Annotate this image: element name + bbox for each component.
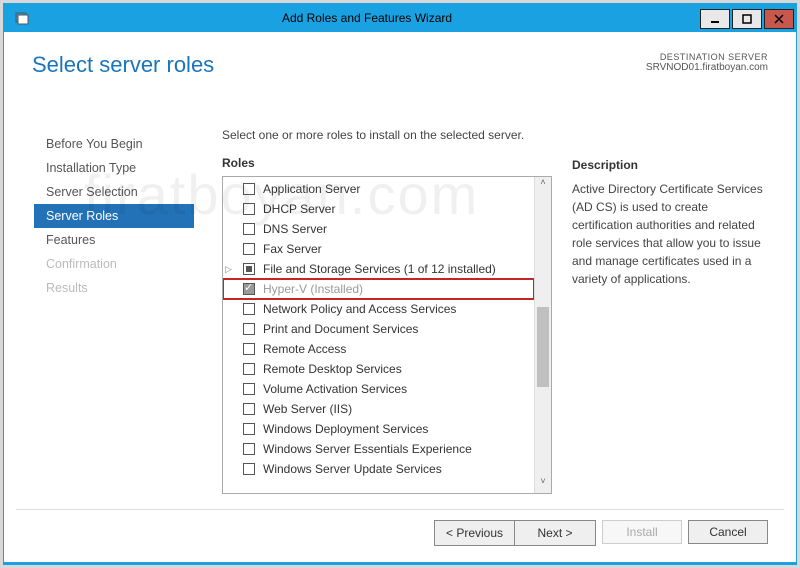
scrollbar[interactable]: ˄ ˅ (534, 177, 551, 493)
checkbox[interactable] (243, 303, 255, 315)
checkbox[interactable] (243, 183, 255, 195)
minimize-button[interactable] (700, 9, 730, 29)
checkbox[interactable] (243, 263, 255, 275)
titlebar[interactable]: Add Roles and Features Wizard (4, 4, 796, 32)
roles-list[interactable]: Application Server DHCP Server DNS Server F… (223, 177, 534, 493)
checkbox[interactable] (243, 403, 255, 415)
role-item[interactable]: Remote Desktop Services (223, 359, 534, 379)
window-controls (700, 7, 796, 29)
role-label: Windows Server Essentials Experience (263, 442, 472, 456)
checkbox[interactable] (243, 203, 255, 215)
nav-item-confirmation: Confirmation (34, 252, 194, 276)
destination-block: DESTINATION SERVER SRVNOD01.firatboyan.c… (646, 52, 768, 78)
checkbox[interactable] (243, 463, 255, 475)
nav-item-features[interactable]: Features (34, 228, 194, 252)
maximize-button[interactable] (732, 9, 762, 29)
role-item[interactable]: Windows Server Update Services (223, 459, 534, 479)
nav-item-before-you-begin[interactable]: Before You Begin (34, 132, 194, 156)
role-item[interactable]: Volume Activation Services (223, 379, 534, 399)
roles-header: Roles (222, 156, 552, 170)
wizard-nav: Before You BeginInstallation TypeServer … (34, 132, 194, 300)
role-item[interactable]: ▷ File and Storage Services (1 of 12 inst… (223, 259, 534, 279)
install-button[interactable]: Install (602, 520, 682, 544)
nav-button-group: < Previous Next > (434, 520, 596, 546)
role-label: Print and Document Services (263, 322, 418, 336)
checkbox[interactable] (243, 243, 255, 255)
role-item[interactable]: DHCP Server (223, 199, 534, 219)
checkbox[interactable] (243, 443, 255, 455)
checkbox[interactable] (243, 383, 255, 395)
checkbox[interactable] (243, 343, 255, 355)
nav-item-server-selection[interactable]: Server Selection (34, 180, 194, 204)
role-label: Network Policy and Access Services (263, 302, 456, 316)
role-item[interactable]: Windows Deployment Services (223, 419, 534, 439)
cancel-button[interactable]: Cancel (688, 520, 768, 544)
previous-button[interactable]: < Previous (435, 521, 515, 545)
role-label: File and Storage Services (1 of 12 insta… (263, 262, 496, 276)
expand-icon[interactable]: ▷ (225, 264, 232, 275)
role-item[interactable]: Fax Server (223, 239, 534, 259)
role-label: DNS Server (263, 222, 327, 236)
role-label: Windows Server Update Services (263, 462, 442, 476)
role-label: Fax Server (263, 242, 322, 256)
role-item[interactable]: Network Policy and Access Services (223, 299, 534, 319)
page-title: Select server roles (32, 52, 214, 78)
destination-server: SRVNOD01.firatboyan.com (646, 62, 768, 73)
checkbox[interactable] (243, 323, 255, 335)
window-frame: Add Roles and Features Wizard firatboyan… (3, 3, 797, 565)
divider (16, 509, 784, 510)
nav-item-installation-type[interactable]: Installation Type (34, 156, 194, 180)
scroll-up-button[interactable]: ˄ (535, 177, 551, 194)
role-label: Application Server (263, 182, 360, 196)
scroll-thumb[interactable] (537, 307, 549, 387)
role-item[interactable]: Web Server (IIS) (223, 399, 534, 419)
role-item[interactable]: Windows Server Essentials Experience (223, 439, 534, 459)
role-label: Hyper-V (Installed) (263, 282, 363, 296)
checkbox[interactable] (243, 423, 255, 435)
checkbox[interactable] (243, 363, 255, 375)
role-item[interactable]: Hyper-V (Installed) (223, 279, 534, 299)
nav-item-results: Results (34, 276, 194, 300)
wizard-body: firatboyan.com Select server roles DESTI… (4, 32, 796, 562)
app-icon (10, 6, 34, 30)
nav-item-server-roles[interactable]: Server Roles (34, 204, 194, 228)
role-label: Remote Access (263, 342, 346, 356)
scroll-down-button[interactable]: ˅ (535, 476, 551, 493)
role-label: DHCP Server (263, 202, 335, 216)
checkbox[interactable] (243, 283, 255, 295)
role-item[interactable]: Print and Document Services (223, 319, 534, 339)
window-title: Add Roles and Features Wizard (34, 11, 700, 25)
role-item[interactable]: Remote Access (223, 339, 534, 359)
wizard-buttons: < Previous Next > Install Cancel (434, 520, 768, 546)
scroll-track[interactable] (535, 194, 551, 476)
description-text: Active Directory Certificate Services (A… (572, 180, 768, 288)
role-label: Web Server (IIS) (263, 402, 352, 416)
role-label: Windows Deployment Services (263, 422, 428, 436)
role-label: Volume Activation Services (263, 382, 407, 396)
role-item[interactable]: Application Server (223, 179, 534, 199)
checkbox[interactable] (243, 223, 255, 235)
destination-label: DESTINATION SERVER (646, 52, 768, 62)
next-button[interactable]: Next > (515, 521, 595, 545)
instruction-text: Select one or more roles to install on t… (222, 128, 768, 142)
role-label: Remote Desktop Services (263, 362, 402, 376)
role-item[interactable]: DNS Server (223, 219, 534, 239)
close-button[interactable] (764, 9, 794, 29)
description-header: Description (572, 156, 768, 174)
roles-listbox: Application Server DHCP Server DNS Server F… (222, 176, 552, 494)
